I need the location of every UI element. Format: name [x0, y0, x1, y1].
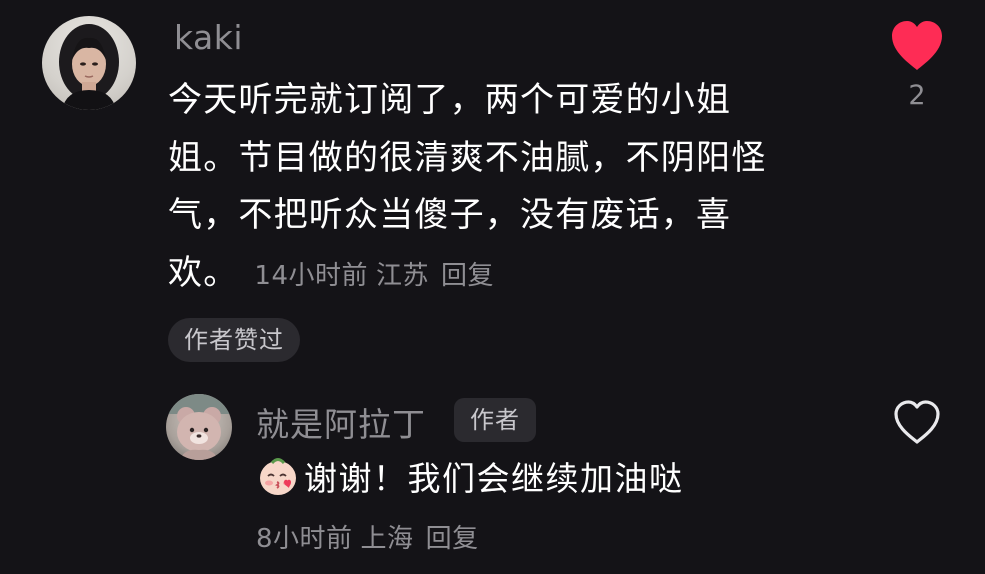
comment-reply-button[interactable]: 回复	[441, 261, 494, 291]
comment-location: 江苏	[376, 260, 430, 291]
author-badge: 作者	[454, 398, 536, 442]
avatar[interactable]	[42, 16, 136, 110]
reply-reply-button[interactable]: 回复	[426, 524, 479, 554]
reply-location: 上海	[360, 524, 414, 554]
reply-message: 谢谢！我们会继续加油哒	[304, 459, 684, 498]
avatar-bear-icon	[166, 394, 232, 460]
comment-text: 今天听完就订阅了，两个可爱的小姐 姐。节目做的很清爽不油腻，不阴阳怪 气，不把听…	[168, 72, 868, 305]
comment-username[interactable]: kaki	[174, 18, 243, 57]
reply-username[interactable]: 就是阿拉丁	[256, 398, 426, 446]
reply-text: 谢谢！我们会继续加油哒	[256, 454, 684, 503]
blowing-kiss-face-icon	[256, 454, 300, 498]
heart-outline-icon	[894, 400, 940, 444]
reply-avatar[interactable]	[166, 394, 232, 460]
comment-text-line: 姐。节目做的很清爽不油腻，不阴阳怪	[168, 137, 767, 178]
comment-meta: 14小时前 江苏 回复	[254, 261, 502, 291]
reply-like-button[interactable]	[892, 398, 942, 446]
comment-text-line: 今天听完就订阅了，两个可爱的小姐	[168, 80, 732, 120]
comment-text-last: 欢。	[168, 252, 239, 293]
comment-time: 14小时前	[254, 260, 368, 291]
heart-filled-icon	[892, 21, 942, 70]
avatar-portrait-icon	[59, 24, 119, 110]
like-button[interactable]	[888, 18, 946, 74]
comment-text-line: 气，不把听众当傻子，没有废话，喜	[168, 195, 732, 235]
author-liked-badge: 作者赞过	[168, 318, 300, 362]
reply-time: 8小时前	[256, 524, 353, 554]
comment-text-line: 欢。 14小时前 江苏 回复	[168, 245, 868, 306]
reply-meta: 8小时前 上海 回复	[256, 518, 487, 555]
like-count: 2	[908, 80, 926, 111]
